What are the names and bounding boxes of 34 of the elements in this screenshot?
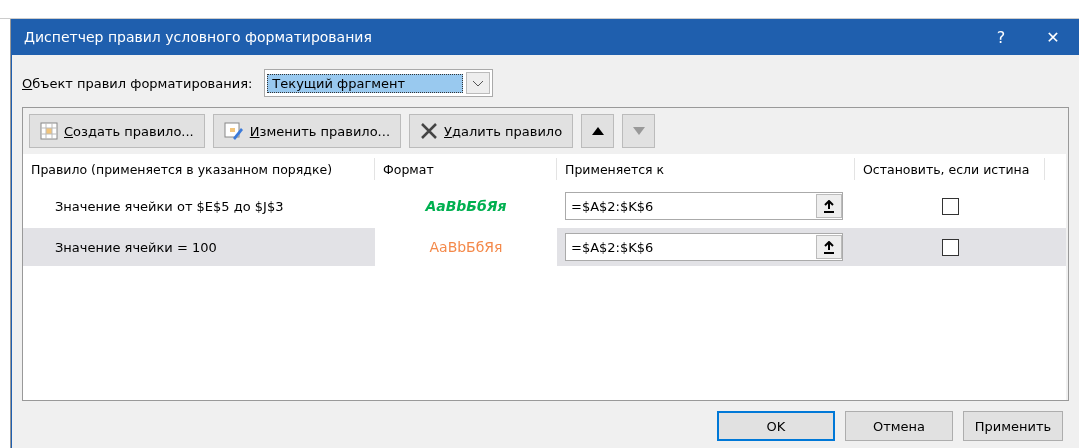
chevron-down-icon bbox=[472, 79, 485, 87]
toolbar-button[interactable]: Изменить правило... bbox=[212, 114, 402, 148]
move-up-button[interactable] bbox=[581, 114, 615, 148]
move-up-icon bbox=[590, 126, 605, 136]
close-button[interactable]: ✕ bbox=[1027, 19, 1079, 55]
new-rule-icon bbox=[40, 122, 58, 140]
stop-checkbox[interactable] bbox=[941, 197, 959, 215]
rule-text: Значение ячейки от $E$5 до $J$3 bbox=[54, 198, 285, 214]
delete-icon bbox=[420, 122, 439, 140]
column-header[interactable]: Формат bbox=[375, 158, 557, 180]
toolbar-button[interactable]: Удалить правило bbox=[409, 114, 574, 148]
column-header[interactable]: Остановить, если истина bbox=[855, 158, 1045, 180]
upload-arrow-icon bbox=[823, 240, 835, 254]
format-preview: AaBbБбЯя bbox=[375, 228, 557, 266]
scope-dropdown[interactable]: Текущий фрагмент bbox=[264, 69, 494, 97]
column-header[interactable]: Правило (применяется в указанном порядке) bbox=[23, 158, 375, 180]
range-field[interactable]: =$A$2:$K$6 bbox=[565, 233, 843, 261]
scope-label: Объект правил форматирования: bbox=[22, 75, 253, 91]
dialog-button[interactable]: OK bbox=[717, 411, 835, 441]
move-down-icon bbox=[631, 126, 646, 136]
help-button[interactable]: ? bbox=[975, 19, 1027, 55]
rule-row[interactable]: Значение ячейки = 100 AaBbБбЯя =$A$2:$K$6 bbox=[23, 228, 1066, 266]
window-title: Диспетчер правил условного форматирования bbox=[24, 29, 373, 45]
edit-rule-icon bbox=[223, 122, 244, 140]
column-header[interactable]: Применяется к bbox=[557, 158, 855, 180]
dialog-button[interactable]: Отмена bbox=[845, 411, 953, 441]
toolbar-button[interactable]: Создать правило... bbox=[29, 114, 205, 148]
range-select-button[interactable] bbox=[816, 235, 842, 259]
dialog-button[interactable]: Применить bbox=[963, 411, 1063, 441]
rule-text: Значение ячейки = 100 bbox=[54, 239, 218, 255]
upload-arrow-icon bbox=[823, 199, 835, 213]
range-select-button[interactable] bbox=[816, 194, 842, 218]
stop-checkbox[interactable] bbox=[941, 238, 959, 256]
range-field[interactable]: =$A$2:$K$6 bbox=[565, 192, 843, 220]
